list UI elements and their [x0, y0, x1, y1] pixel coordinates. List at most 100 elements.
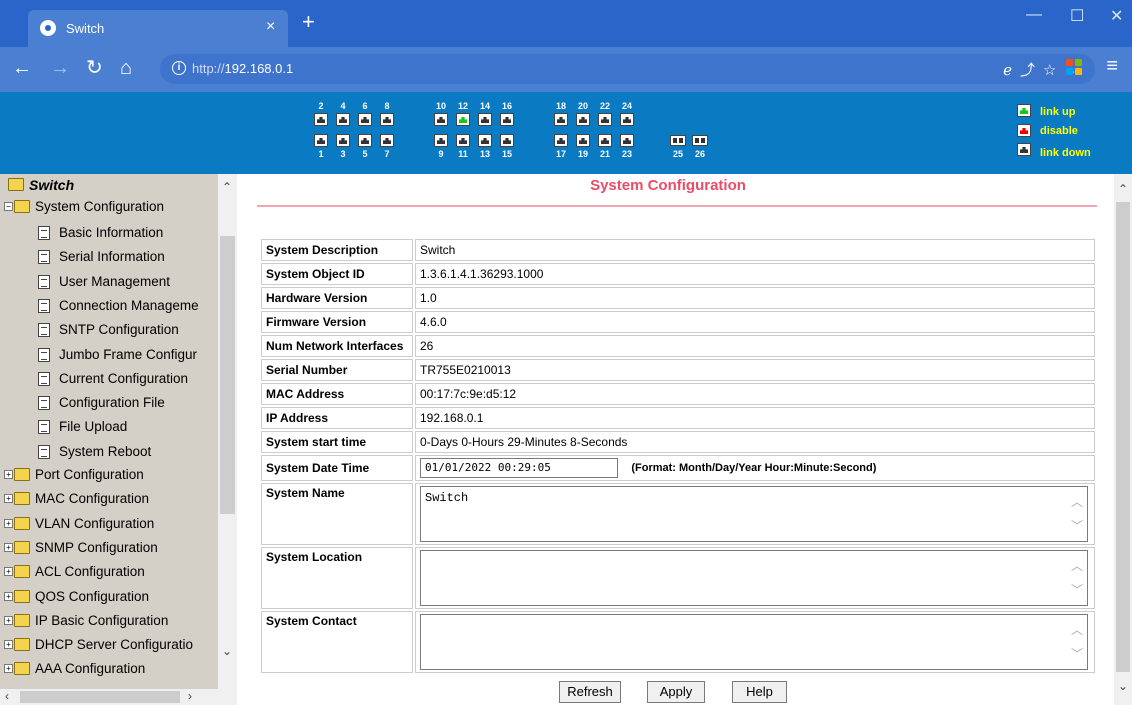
expand-icon[interactable]: + — [4, 470, 13, 479]
port-status-panel: link up disable link down 2 4 6 8 10 12 14 16 18… — [0, 92, 1132, 174]
port-8-icon[interactable] — [380, 113, 394, 126]
new-tab-button[interactable]: + — [302, 10, 315, 34]
system-name-value: Switch — [425, 491, 469, 505]
expand-icon[interactable]: + — [4, 615, 13, 625]
browser-tab[interactable]: Switch × — [28, 10, 288, 47]
port-7-icon[interactable] — [380, 134, 394, 147]
port-number-label: 23 — [621, 149, 632, 159]
row-value: Switch — [415, 239, 1095, 261]
close-tab-icon[interactable]: × — [266, 18, 275, 36]
url-input[interactable]: i http://192.168.0.1 ℯ⤴☆⌄ — [160, 54, 1095, 84]
scroll-down-icon[interactable]: ﹀ — [1071, 517, 1083, 534]
collapse-icon[interactable]: − — [4, 202, 13, 211]
row-label: System Description — [261, 239, 413, 261]
title-divider — [257, 205, 1097, 207]
reload-icon[interactable]: ↻ — [86, 57, 103, 79]
row-label: System Date Time — [261, 455, 413, 481]
minimize-button[interactable]: — — [1026, 6, 1042, 24]
folder-icon — [14, 589, 30, 603]
port-21-icon[interactable] — [598, 134, 612, 147]
expand-icon[interactable]: + — [4, 591, 13, 601]
system-contact-textarea[interactable]: ︿ ﹀ — [420, 614, 1088, 670]
port-number-label: 18 — [555, 101, 566, 111]
table-row: System Description Switch — [261, 239, 1095, 261]
port-5-icon[interactable] — [358, 134, 372, 147]
system-contact-row: System Contact ︿ ﹀ — [261, 611, 1095, 673]
fiber-port-26-icon[interactable] — [692, 135, 708, 146]
expand-icon[interactable]: + — [4, 640, 13, 650]
row-label: System Name — [261, 483, 413, 545]
port-19-icon[interactable] — [576, 134, 590, 147]
port-1-icon[interactable] — [314, 134, 328, 147]
expand-icon[interactable]: + — [4, 567, 13, 577]
refresh-button[interactable]: Refresh — [559, 681, 621, 703]
port-number-label: 14 — [479, 101, 490, 111]
page-title: System Configuration — [590, 177, 746, 194]
main-scroll-thumb[interactable] — [1116, 202, 1130, 672]
tree-horizontal-scrollbar[interactable]: ‹ › — [0, 689, 237, 705]
apps-grid-icon[interactable] — [1066, 59, 1082, 75]
system-location-textarea[interactable]: ︿ ﹀ — [420, 550, 1088, 606]
port-13-icon[interactable] — [478, 134, 492, 147]
home-icon[interactable]: ⌂ — [120, 57, 132, 79]
port-16-icon[interactable] — [500, 113, 514, 126]
port-18-icon[interactable] — [554, 113, 568, 126]
main-vertical-scrollbar[interactable]: ⌃ ⌄ — [1114, 174, 1132, 705]
table-row: MAC Address 00:17:7c:9e:d5:12 — [261, 383, 1095, 405]
system-date-time-input[interactable]: 01/01/2022 00:29:05 — [420, 458, 618, 478]
apply-button[interactable]: Apply — [647, 681, 705, 703]
share-icon[interactable]: ⤴ — [1020, 62, 1043, 79]
window-close-button[interactable]: ✕ — [1110, 6, 1123, 26]
tree-scroll-thumb[interactable] — [220, 236, 235, 514]
port-15-icon[interactable] — [500, 134, 514, 147]
port-12-icon[interactable] — [456, 113, 470, 126]
port-number-label: 4 — [340, 101, 346, 111]
port-22-icon[interactable] — [598, 113, 612, 126]
tree-hscroll-thumb[interactable] — [20, 691, 180, 703]
help-button[interactable]: Help — [732, 681, 787, 703]
back-arrow-icon[interactable]: ← — [12, 57, 32, 79]
port-14-icon[interactable] — [478, 113, 492, 126]
scroll-up-icon[interactable]: ︿ — [1071, 493, 1083, 510]
system-name-row: System Name Switch ︿ ﹀ — [261, 483, 1095, 545]
tree-vertical-scrollbar[interactable]: ⌃ ⌄ — [218, 174, 237, 689]
forward-arrow-icon[interactable]: → — [50, 57, 70, 79]
port-9-icon[interactable] — [434, 134, 448, 147]
scroll-down-icon[interactable]: ﹀ — [1071, 581, 1083, 598]
port-3-icon[interactable] — [336, 134, 350, 147]
scroll-up-icon[interactable]: ⌃ — [222, 180, 232, 194]
info-icon[interactable]: i — [172, 61, 186, 75]
port-2-icon[interactable] — [314, 113, 328, 126]
scroll-up-icon[interactable]: ︿ — [1071, 621, 1083, 638]
scroll-down-icon[interactable]: ﹀ — [1071, 645, 1083, 662]
port-6-icon[interactable] — [358, 113, 372, 126]
port-20-icon[interactable] — [576, 113, 590, 126]
scroll-down-icon[interactable]: ⌄ — [222, 644, 232, 658]
port-number-label: 15 — [501, 149, 512, 159]
port-23-icon[interactable] — [620, 134, 634, 147]
expand-icon[interactable]: + — [4, 664, 13, 674]
port-10-icon[interactable] — [434, 113, 448, 126]
scroll-left-icon[interactable]: ‹ — [5, 689, 9, 703]
system-name-textarea[interactable]: Switch ︿ ﹀ — [420, 486, 1088, 542]
port-17-icon[interactable] — [554, 134, 568, 147]
scroll-right-icon[interactable]: › — [188, 689, 192, 703]
scroll-up-icon[interactable]: ︿ — [1071, 557, 1083, 574]
scroll-down-icon[interactable]: ⌄ — [1118, 679, 1128, 693]
document-icon — [38, 347, 50, 362]
port-number-label: 1 — [318, 149, 324, 159]
port-11-icon[interactable] — [456, 134, 470, 147]
ie-mode-icon[interactable]: ℯ — [1003, 62, 1020, 79]
menu-icon[interactable]: ≡ — [1106, 55, 1118, 78]
expand-icon[interactable]: + — [4, 542, 13, 552]
fiber-port-25-icon[interactable] — [670, 135, 686, 146]
document-icon — [38, 274, 50, 289]
port-4-icon[interactable] — [336, 113, 350, 126]
expand-icon[interactable]: + — [4, 494, 13, 504]
maximize-button[interactable]: ☐ — [1070, 6, 1084, 26]
scroll-up-icon[interactable]: ⌃ — [1118, 182, 1128, 196]
expand-icon[interactable]: + — [4, 518, 13, 528]
document-icon — [38, 323, 50, 338]
port-24-icon[interactable] — [620, 113, 634, 126]
star-icon[interactable]: ☆ — [1043, 62, 1064, 79]
